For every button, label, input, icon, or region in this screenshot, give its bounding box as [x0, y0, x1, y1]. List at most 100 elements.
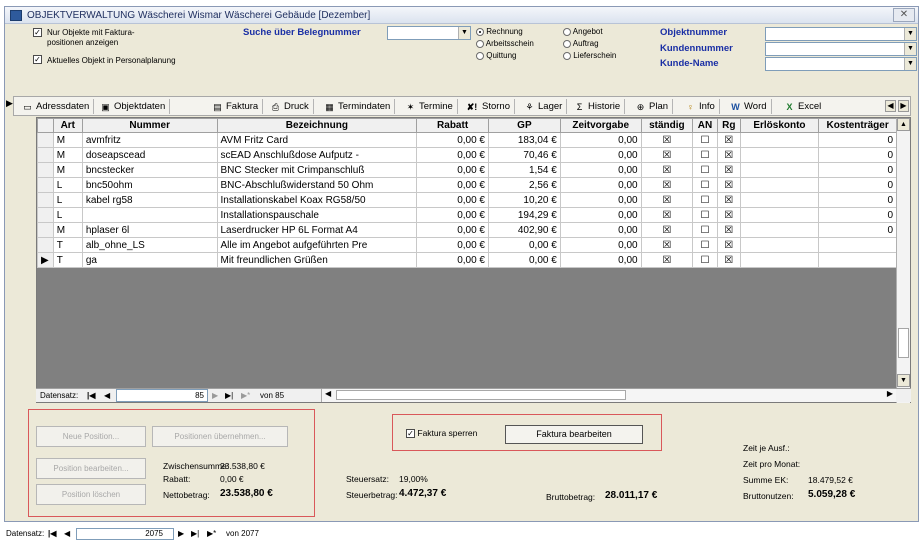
table-cell-bez[interactable]: Laserdrucker HP 6L Format A4: [216, 222, 418, 238]
table-row[interactable]: Lkabel rg58 Installationskabel Koax RG58/…: [37, 192, 897, 208]
radio-lieferschein[interactable]: Lieferschein: [563, 51, 616, 60]
table-cell-bez[interactable]: Installationspauschale: [216, 207, 418, 223]
column-header[interactable]: Rg: [716, 118, 741, 133]
last-record-button[interactable]: ▶|: [225, 390, 233, 401]
table-cell-gp[interactable]: 0,00 €: [488, 237, 561, 253]
table-cell-rg[interactable]: ☒: [716, 177, 741, 193]
table-cell-kost[interactable]: [818, 237, 897, 253]
table-cell-staendig[interactable]: ☒: [640, 192, 694, 208]
row-selector[interactable]: [37, 237, 54, 253]
tab-scroll-left-button[interactable]: ◀: [885, 100, 896, 112]
table-cell-kost[interactable]: 0: [818, 147, 897, 163]
doc-number-search-dropdown[interactable]: ▼: [387, 26, 471, 40]
table-cell-art[interactable]: L: [52, 192, 83, 208]
table-cell-an[interactable]: ☐: [692, 222, 718, 238]
row-selector[interactable]: [37, 207, 54, 223]
tab-excel[interactable]: X Excel: [780, 99, 825, 114]
table-cell-kost[interactable]: 0: [818, 192, 897, 208]
table-row[interactable]: Mdoseapscead scEAD Anschlußdose Aufputz -…: [37, 147, 897, 163]
tab-adressdaten[interactable]: ▭ Adressdaten: [18, 99, 95, 114]
column-header[interactable]: ständig: [640, 118, 694, 133]
table-cell-erl[interactable]: [739, 207, 820, 223]
table-cell-zeit[interactable]: 0,00: [559, 162, 642, 178]
table-cell-nummer[interactable]: hplaser 6l: [81, 222, 218, 238]
row-selector[interactable]: [37, 132, 54, 148]
table-cell-staendig[interactable]: ☒: [640, 222, 694, 238]
table-cell-zeit[interactable]: 0,00: [559, 192, 642, 208]
radio-arbeitsschein[interactable]: Arbeitsschein: [476, 39, 534, 48]
row-selector[interactable]: ▶: [37, 252, 54, 268]
table-row[interactable]: Talb_ohne_LS Alle im Angebot aufgeführten…: [37, 237, 897, 253]
table-cell-nummer[interactable]: alb_ohne_LS: [81, 237, 218, 253]
table-cell-gp[interactable]: 1,54 €: [488, 162, 561, 178]
lock-invoice-checkbox[interactable]: ✓ Faktura sperren: [406, 428, 477, 439]
table-cell-zeit[interactable]: 0,00: [559, 177, 642, 193]
table-cell-art[interactable]: L: [52, 177, 83, 193]
radio-quittung[interactable]: Quittung: [476, 51, 516, 60]
table-cell-erl[interactable]: [739, 177, 820, 193]
column-header[interactable]: Rabatt: [416, 118, 489, 133]
column-header[interactable]: Bezeichnung: [216, 118, 418, 133]
table-cell-kost[interactable]: 0: [818, 207, 897, 223]
table-cell-bez[interactable]: Mit freundlichen Grüßen: [216, 252, 418, 268]
table-cell-art[interactable]: M: [52, 147, 83, 163]
table-cell-art[interactable]: L: [52, 207, 83, 223]
table-cell-an[interactable]: ☐: [692, 162, 718, 178]
radio-auftrag[interactable]: Auftrag: [563, 39, 599, 48]
table-cell-rg[interactable]: ☒: [716, 252, 741, 268]
table-cell-zeit[interactable]: 0,00: [559, 132, 642, 148]
row-selector[interactable]: [37, 177, 54, 193]
next-record-button[interactable]: ▶: [178, 528, 184, 539]
first-record-button[interactable]: |◀: [48, 528, 56, 539]
edit-invoice-button[interactable]: Faktura bearbeiten: [505, 425, 643, 444]
new-record-button[interactable]: ▶*: [207, 528, 216, 539]
table-cell-erl[interactable]: [739, 252, 820, 268]
column-header[interactable]: Erlöskonto: [739, 118, 820, 133]
grid-vertical-scrollbar[interactable]: ▲ ▼: [896, 118, 910, 403]
table-cell-art[interactable]: M: [52, 222, 83, 238]
table-cell-rabatt[interactable]: 0,00 €: [416, 237, 489, 253]
table-cell-nummer[interactable]: avmfritz: [81, 132, 218, 148]
table-cell-gp[interactable]: 402,90 €: [488, 222, 561, 238]
table-cell-nummer[interactable]: bnc50ohm: [81, 177, 218, 193]
table-cell-zeit[interactable]: 0,00: [559, 147, 642, 163]
customer-number-dropdown[interactable]: ▼: [765, 42, 917, 56]
table-cell-staendig[interactable]: ☒: [640, 177, 694, 193]
table-cell-kost[interactable]: 0: [818, 132, 897, 148]
tab-druck[interactable]: ⎙ Druck: [266, 99, 314, 114]
only-billing-checkbox[interactable]: ✓: [33, 28, 42, 38]
tab-storno[interactable]: ✘! Storno: [461, 99, 515, 114]
column-header[interactable]: Kostenträger: [818, 118, 897, 133]
prev-record-button[interactable]: ◀: [104, 390, 110, 401]
delete-position-button[interactable]: Position löschen: [36, 484, 146, 505]
table-cell-kost[interactable]: [818, 252, 897, 268]
table-cell-bez[interactable]: scEAD Anschlußdose Aufputz -: [216, 147, 418, 163]
table-cell-nummer[interactable]: doseapscead: [81, 147, 218, 163]
table-cell-erl[interactable]: [739, 237, 820, 253]
table-cell-kost[interactable]: 0: [818, 162, 897, 178]
tab-termine[interactable]: ✶ Termine: [401, 99, 458, 114]
tab-lager[interactable]: ⚘ Lager: [520, 99, 568, 114]
table-row[interactable]: L Installationspauschale 0,00 €194,29 €0,0…: [37, 207, 897, 223]
take-positions-button[interactable]: Positionen übernehmen...: [152, 426, 288, 447]
tab-objektdaten[interactable]: ▣ Objektdaten: [96, 99, 171, 114]
column-header[interactable]: AN: [692, 118, 718, 133]
table-cell-staendig[interactable]: ☒: [640, 147, 694, 163]
table-cell-gp[interactable]: 2,56 €: [488, 177, 561, 193]
tab-info[interactable]: ♀ Info: [681, 99, 720, 114]
scroll-left-button[interactable]: ◀: [325, 389, 331, 398]
table-cell-rg[interactable]: ☒: [716, 237, 741, 253]
table-cell-art[interactable]: T: [52, 237, 83, 253]
tab-word[interactable]: W Word: [726, 99, 772, 114]
table-cell-erl[interactable]: [739, 132, 820, 148]
table-cell-nummer[interactable]: bncstecker: [81, 162, 218, 178]
table-cell-rg[interactable]: ☒: [716, 132, 741, 148]
prev-record-button[interactable]: ◀: [64, 528, 70, 539]
column-header[interactable]: Zeitvorgabe: [559, 118, 642, 133]
row-selector[interactable]: [37, 192, 54, 208]
grid-horizontal-scrollbar[interactable]: ◀ ▶: [321, 389, 896, 402]
table-cell-bez[interactable]: BNC Stecker mit Crimpanschluß: [216, 162, 418, 178]
column-header[interactable]: Art: [52, 118, 83, 133]
table-cell-art[interactable]: T: [52, 252, 83, 268]
table-cell-rg[interactable]: ☒: [716, 162, 741, 178]
